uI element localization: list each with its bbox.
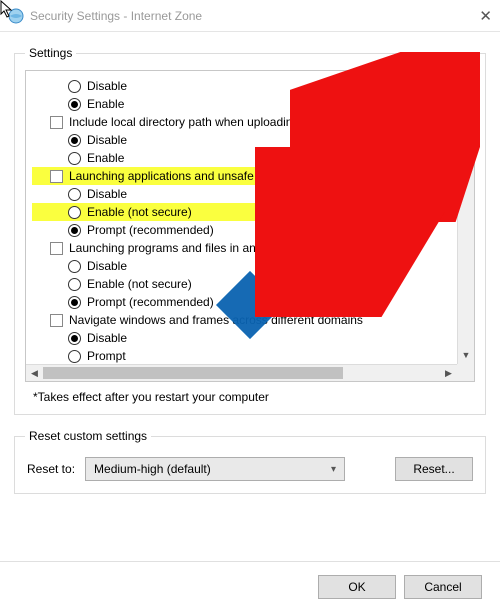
restart-note: *Takes effect after you restart your com… <box>33 390 473 404</box>
horizontal-scrollbar[interactable]: ◀ ▶ <box>26 364 457 381</box>
option-label: Enable (not secure) <box>87 205 192 219</box>
reset-group: Reset custom settings Reset to: Medium-h… <box>14 429 486 494</box>
ok-button[interactable]: OK <box>318 575 396 599</box>
scroll-right-icon[interactable]: ▶ <box>440 365 457 381</box>
option-label: Navigate windows and frames across diffe… <box>69 313 363 327</box>
radio-icon[interactable] <box>68 278 81 291</box>
setting-category[interactable]: Include local directory path when upload… <box>32 113 454 131</box>
option-label: Enable <box>87 97 124 111</box>
setting-option[interactable]: Enable <box>32 95 454 113</box>
scroll-thumb[interactable] <box>460 88 472 148</box>
radio-icon[interactable] <box>68 350 81 363</box>
radio-icon[interactable] <box>68 188 81 201</box>
scroll-down-icon[interactable]: ▼ <box>458 347 474 364</box>
setting-option[interactable]: Disable <box>32 77 454 95</box>
setting-option[interactable]: Prompt <box>32 347 454 365</box>
reset-button[interactable]: Reset... <box>395 457 473 481</box>
radio-icon[interactable] <box>68 224 81 237</box>
option-label: Disable <box>87 187 127 201</box>
radio-icon[interactable] <box>68 296 81 309</box>
window-title: Security Settings - Internet Zone <box>30 9 452 23</box>
radio-icon[interactable] <box>68 80 81 93</box>
setting-option[interactable]: Enable (not secure) <box>32 203 454 221</box>
setting-option[interactable]: Disable <box>32 257 454 275</box>
scroll-left-icon[interactable]: ◀ <box>26 365 43 381</box>
settings-tree[interactable]: Disable Enable Include local directory pat… <box>25 70 475 382</box>
reset-legend: Reset custom settings <box>25 429 151 443</box>
radio-icon[interactable] <box>68 260 81 273</box>
reset-select-value: Medium-high (default) <box>94 462 211 476</box>
option-label: Prompt <box>87 349 126 363</box>
option-label: Prompt (recommended) <box>87 295 214 309</box>
option-label: Prompt (recommended) <box>87 223 214 237</box>
settings-group: Settings Disable Enable Include local dire… <box>14 46 486 415</box>
option-label: Disable <box>87 331 127 345</box>
option-label: Launching applications and unsafe files <box>69 169 278 183</box>
option-label: Launching programs and files in an IFRAM… <box>69 241 304 255</box>
reset-select[interactable]: Medium-high (default) ▾ <box>85 457 345 481</box>
setting-option[interactable]: Enable <box>32 149 454 167</box>
scroll-corner <box>457 364 474 381</box>
scroll-up-icon[interactable]: ▲ <box>458 71 474 88</box>
radio-icon[interactable] <box>68 98 81 111</box>
setting-category[interactable]: Launching programs and files in an IFRAM… <box>32 239 454 257</box>
radio-icon[interactable] <box>68 134 81 147</box>
vertical-scrollbar[interactable]: ▲ ▼ <box>457 71 474 364</box>
dialog-footer: OK Cancel <box>0 561 500 611</box>
checkbox-icon[interactable] <box>50 116 63 129</box>
option-label: Enable <box>87 151 124 165</box>
option-label: Disable <box>87 259 127 273</box>
settings-legend: Settings <box>25 46 76 60</box>
setting-option[interactable]: Disable <box>32 185 454 203</box>
radio-icon[interactable] <box>68 152 81 165</box>
setting-category[interactable]: Launching applications and unsafe files <box>32 167 454 185</box>
radio-icon[interactable] <box>68 206 81 219</box>
chevron-down-icon: ▾ <box>331 464 336 475</box>
cursor-icon <box>0 0 14 18</box>
hscroll-thumb[interactable] <box>43 367 343 379</box>
radio-icon[interactable] <box>68 332 81 345</box>
option-label: Disable <box>87 79 127 93</box>
option-label: Enable (not secure) <box>87 277 192 291</box>
checkbox-icon[interactable] <box>50 314 63 327</box>
checkbox-icon[interactable] <box>50 242 63 255</box>
titlebar: Security Settings - Internet Zone ✕ <box>0 0 500 32</box>
checkbox-icon[interactable] <box>50 170 63 183</box>
setting-option[interactable]: Disable <box>32 131 454 149</box>
option-label: Disable <box>87 133 127 147</box>
setting-option[interactable]: Prompt (recommended) <box>32 221 454 239</box>
close-button[interactable]: ✕ <box>452 7 492 25</box>
option-label: Include local directory path when upload… <box>69 115 384 129</box>
reset-label: Reset to: <box>27 462 75 476</box>
cancel-button[interactable]: Cancel <box>404 575 482 599</box>
